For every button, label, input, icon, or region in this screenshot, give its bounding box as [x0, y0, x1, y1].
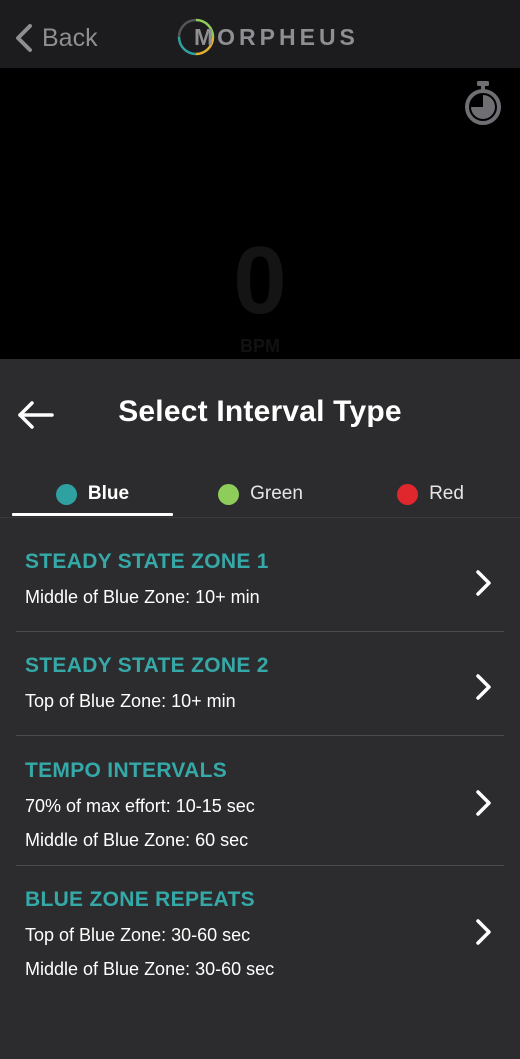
- zone-tabs: Blue Green Red: [0, 471, 520, 518]
- item-title: BLUE ZONE REPEATS: [25, 888, 255, 911]
- top-bar: Back MORPHEUS: [0, 0, 520, 68]
- item-line: Middle of Blue Zone: 10+ min: [25, 587, 260, 607]
- tab-green[interactable]: Green: [180, 471, 341, 517]
- chevron-right-icon: [476, 570, 491, 596]
- morpheus-logo: MORPHEUS: [176, 17, 359, 57]
- active-tab-indicator: [12, 513, 173, 516]
- tab-red[interactable]: Red: [350, 471, 511, 517]
- item-title: STEADY STATE ZONE 2: [25, 654, 269, 677]
- interval-item-steady-state-1[interactable]: STEADY STATE ZONE 1 Middle of Blue Zone:…: [16, 517, 504, 632]
- item-line: Top of Blue Zone: 30-60 sec: [25, 925, 251, 945]
- item-title: TEMPO INTERVALS: [25, 759, 228, 782]
- tab-red-label: Red: [429, 483, 464, 504]
- chevron-right-icon: [476, 790, 491, 816]
- item-title: STEADY STATE ZONE 1: [25, 550, 269, 573]
- item-line: Middle of Blue Zone: 30-60 sec: [25, 959, 275, 979]
- bpm-value: 0: [233, 227, 287, 334]
- interval-item-blue-zone-repeats[interactable]: BLUE ZONE REPEATS Top of Blue Zone: 30-6…: [16, 866, 504, 996]
- sheet-header: Select Interval Type: [0, 359, 520, 471]
- blue-dot-icon: [55, 483, 77, 505]
- chevron-left-icon: [16, 24, 32, 52]
- item-line: Top of Blue Zone: 10+ min: [25, 691, 236, 711]
- chevron-right-icon: [476, 674, 491, 700]
- item-line: Middle of Blue Zone: 60 sec: [25, 830, 249, 850]
- interval-item-steady-state-2[interactable]: STEADY STATE ZONE 2 Top of Blue Zone: 10…: [16, 631, 504, 736]
- back-label: Back: [42, 23, 98, 52]
- interval-type-sheet: Select Interval Type Blue Green Red STEA…: [0, 359, 520, 1059]
- stopwatch-icon[interactable]: [462, 80, 504, 126]
- sheet-title: Select Interval Type: [118, 395, 402, 428]
- red-dot-icon: [397, 483, 419, 505]
- tab-blue[interactable]: Blue: [12, 471, 173, 517]
- green-dot-icon: [218, 483, 240, 505]
- back-button[interactable]: Back: [14, 20, 98, 56]
- tab-blue-label: Blue: [87, 483, 130, 504]
- tab-green-label: Green: [250, 483, 303, 504]
- bpm-unit: BPM: [240, 336, 280, 356]
- chevron-right-icon: [476, 919, 491, 945]
- item-line: 70% of max effort: 10-15 sec: [25, 796, 255, 816]
- interval-item-tempo[interactable]: TEMPO INTERVALS 70% of max effort: 10-15…: [16, 736, 504, 866]
- logo-text: MORPHEUS: [194, 23, 359, 50]
